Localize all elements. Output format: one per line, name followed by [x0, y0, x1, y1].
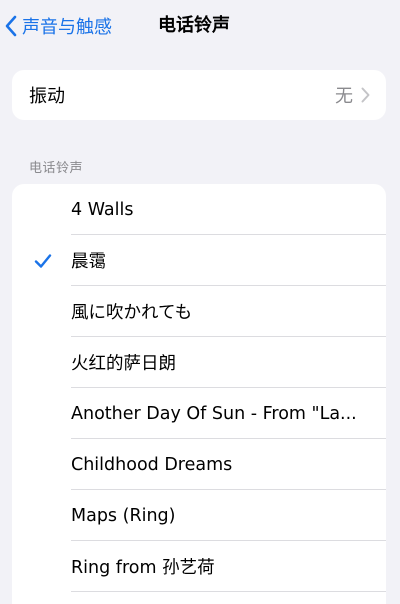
checkmark-slot [12, 253, 71, 269]
ringtone-item[interactable]: Another Day Of Sun - From "La... [12, 388, 386, 439]
ringtone-label: 4 Walls [71, 199, 134, 220]
ringtone-item[interactable]: Maps (Ring) [12, 490, 386, 541]
ringtone-item[interactable]: Childhood Dreams [12, 439, 386, 490]
ringtone-label: 風に吹かれても [71, 303, 193, 323]
checkmark-icon [34, 253, 51, 268]
vibration-label: 振动 [29, 86, 65, 107]
ringtone-item[interactable]: 火红的萨日朗 [12, 337, 386, 388]
ringtone-label: Maps (Ring) [71, 505, 176, 526]
page-title: 电话铃声 [158, 15, 230, 36]
chevron-left-icon [5, 15, 17, 37]
ringtone-list: 4 Walls 晨霭風に吹かれても 火红的萨日朗 Another Day Of Sun… [12, 184, 386, 604]
ringtone-label: 晨霭 [71, 252, 106, 272]
ringtone-label: Another Day Of Sun - From "La... [71, 403, 357, 424]
ringtone-label: Ring from 孙艺荷 [71, 558, 215, 578]
ringtone-item[interactable]: 晨霭 [12, 235, 386, 286]
vibration-value: 无 [335, 86, 353, 107]
ringtone-item[interactable]: Ring from 孙艺荷 [12, 541, 386, 592]
back-button-label: 声音与触感 [22, 17, 112, 38]
ringtone-label: 火红的萨日朗 [71, 354, 176, 374]
vibration-row[interactable]: 振动 无 [12, 70, 386, 120]
ringtone-label: Childhood Dreams [71, 454, 233, 475]
ringtone-item[interactable]: 4 Walls [12, 184, 386, 235]
back-button[interactable]: 声音与触感 [4, 9, 112, 43]
ringtone-item[interactable]: 風に吹かれても [12, 286, 386, 337]
section-header-ringtones: 电话铃声 [29, 161, 84, 176]
vibration-card: 振动 无 [12, 70, 386, 120]
navigation-bar: 声音与触感 电话铃声 [0, 0, 400, 52]
chevron-right-icon [361, 87, 370, 103]
